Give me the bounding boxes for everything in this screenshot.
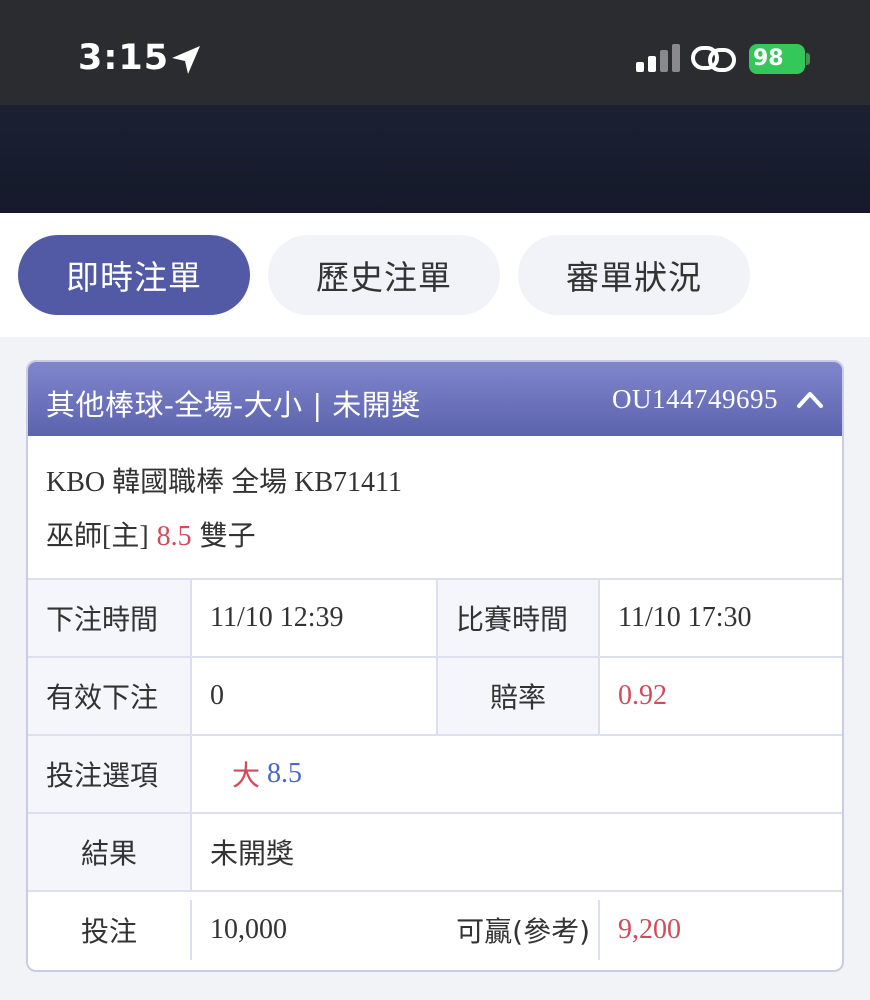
tab-strip: 即時注單 歷史注單 審單狀況 — [0, 213, 870, 337]
valid-bet-label: 有效下注 — [28, 658, 190, 734]
result-label: 結果 — [28, 814, 190, 890]
cellular-signal-icon — [636, 44, 680, 72]
pick-line: 巫師[主] 8.5 雙子 — [46, 514, 256, 554]
match-time-label: 比賽時間 — [438, 580, 598, 656]
chevron-up-icon[interactable] — [796, 388, 824, 410]
win-label: 可贏(參考) — [456, 915, 590, 948]
personal-hotspot-icon — [691, 46, 736, 72]
away-team: 雙子 — [199, 521, 256, 552]
tab-live-bets[interactable]: 即時注單 — [18, 235, 250, 315]
stake-label: 投注 — [28, 892, 190, 968]
table-row: 投注 10,000 可贏(參考) 9,200 — [28, 892, 842, 970]
valid-bet-value: 0 — [210, 680, 224, 711]
league-line: KBO 韓國職棒 全場 KB71411 — [46, 467, 402, 498]
table-row: 結果 未開獎 — [28, 814, 842, 892]
odds-value: 0.92 — [618, 680, 667, 711]
win-value: 9,200 — [618, 914, 681, 945]
odds-label: 賠率 — [438, 658, 598, 734]
status-bar: 3:15 98 — [0, 0, 870, 105]
table-row: 投注選項 大 8.5 — [28, 736, 842, 814]
bet-card: 其他棒球-全場-大小 | 未開獎 OU144749695 KBO 韓國職棒 全場… — [26, 360, 844, 972]
status-time: 3:15 — [78, 38, 170, 78]
battery-indicator: 98 — [749, 44, 810, 74]
option-side: 大 — [232, 761, 261, 792]
bet-title: 其他棒球-全場-大小 | 未開獎 — [46, 388, 421, 422]
tab-review-status[interactable]: 審單狀況 — [518, 235, 750, 315]
option-line: 8.5 — [267, 758, 303, 789]
bet-time-value: 11/10 12:39 — [210, 602, 344, 633]
match-time-value: 11/10 17:30 — [618, 602, 752, 633]
option-label: 投注選項 — [28, 736, 190, 812]
bet-id: OU144749695 — [612, 384, 778, 414]
match-info: KBO 韓國職棒 全場 KB71411 巫師[主] 8.5 雙子 — [28, 436, 842, 580]
tab-history-bets[interactable]: 歷史注單 — [268, 235, 500, 315]
stake-value: 10,000 — [210, 914, 287, 945]
table-row: 有效下注 0 賠率 0.92 — [28, 658, 842, 736]
battery-level: 98 — [749, 44, 805, 74]
home-team: 巫師[主] — [46, 521, 149, 552]
bet-card-header[interactable]: 其他棒球-全場-大小 | 未開獎 OU144749695 — [28, 362, 842, 436]
header-banner — [0, 105, 870, 213]
total-line: 8.5 — [156, 521, 192, 552]
result-value: 未開獎 — [210, 839, 295, 870]
table-row: 下注時間 11/10 12:39 比賽時間 11/10 17:30 — [28, 580, 842, 658]
option-value: 大 8.5 — [192, 736, 842, 812]
bet-time-label: 下注時間 — [28, 580, 190, 656]
battery-cap — [806, 53, 810, 65]
location-arrow-icon — [172, 46, 200, 74]
